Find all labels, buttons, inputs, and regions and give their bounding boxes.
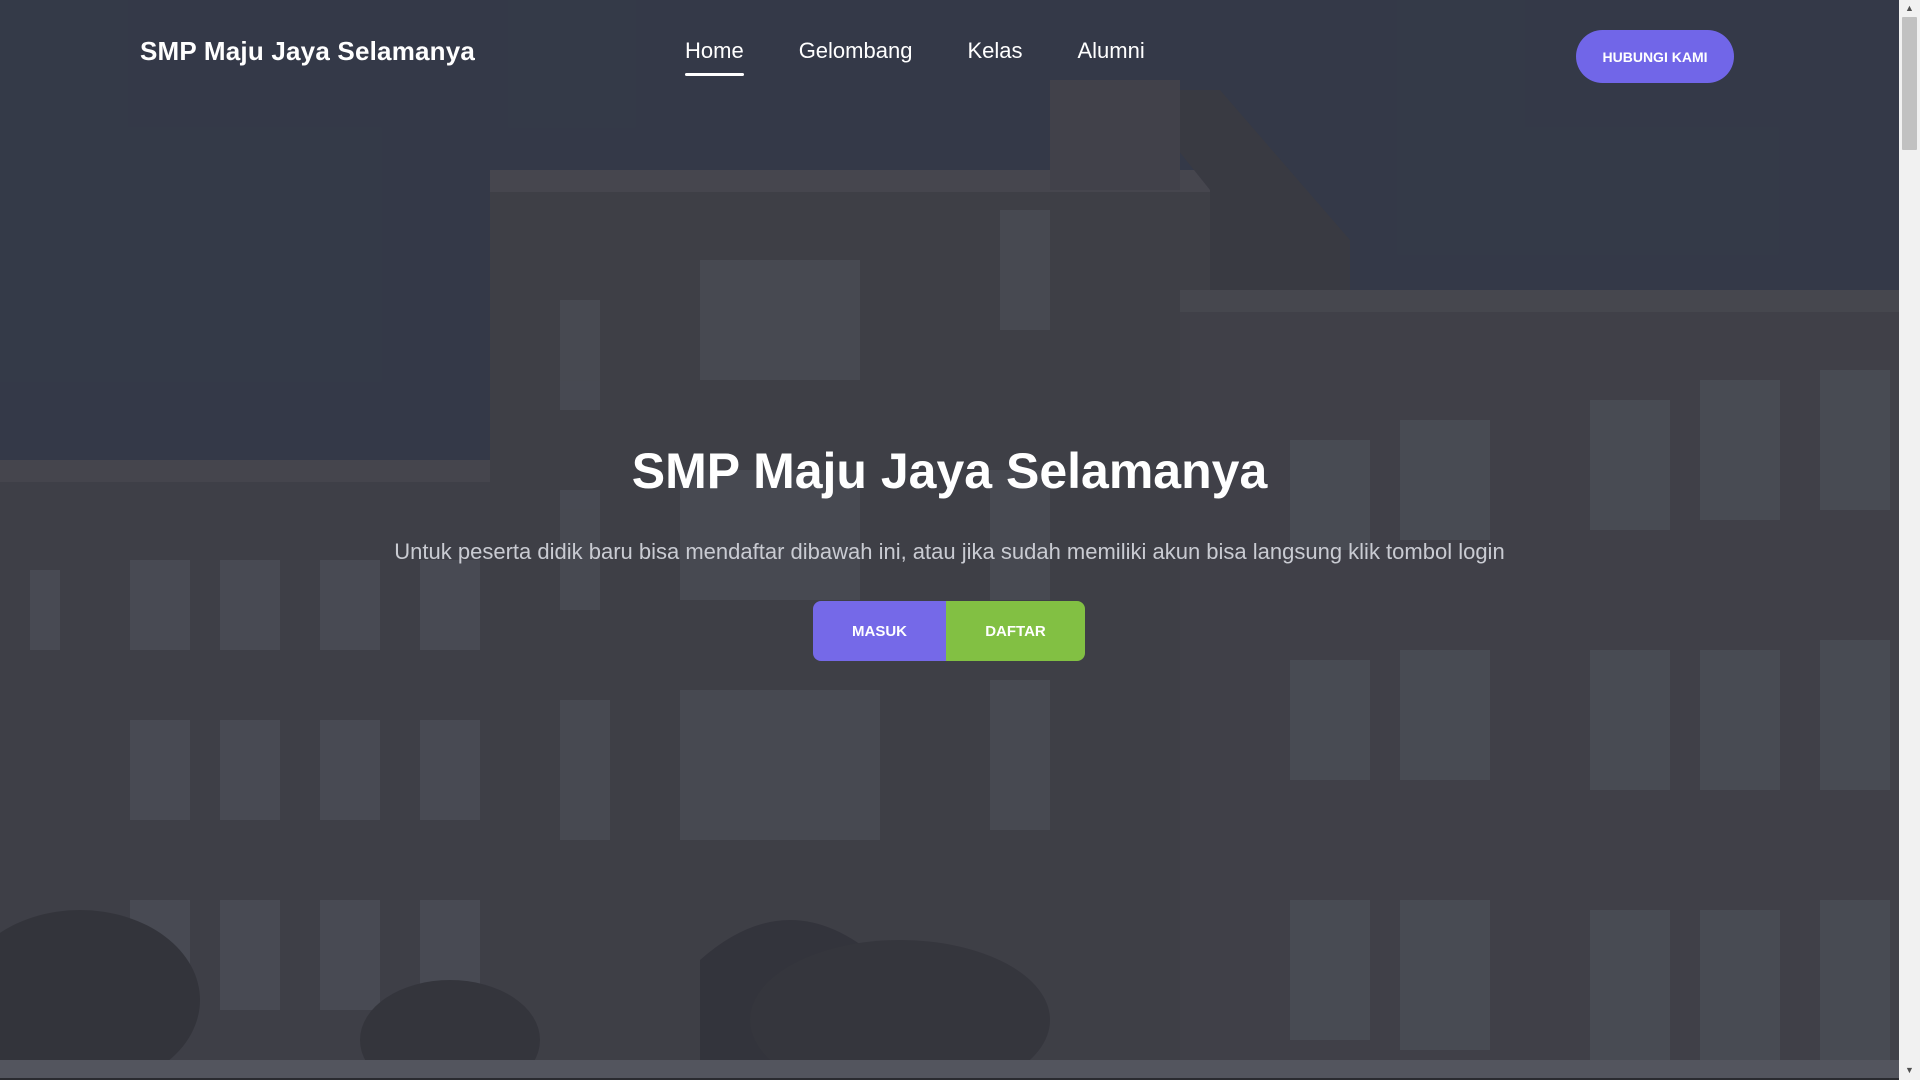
nav-link-home[interactable]: Home [685, 38, 744, 76]
contact-us-button[interactable]: HUBUNGI KAMI [1576, 30, 1734, 83]
nav-link-alumni[interactable]: Alumni [1077, 38, 1144, 76]
browser-viewport: SMP Maju Jaya Selamanya Home Gelombang K… [0, 0, 1920, 1080]
vertical-scrollbar[interactable]: ▲ ▼ [1899, 0, 1920, 1080]
login-button[interactable]: MASUK [813, 601, 946, 661]
nav-link-kelas[interactable]: Kelas [967, 38, 1022, 76]
nav-link-gelombang[interactable]: Gelombang [799, 38, 913, 76]
hero-title: SMP Maju Jaya Selamanya [631, 443, 1268, 499]
hero-subtitle: Untuk peserta didik baru bisa mendaftar … [394, 539, 1505, 564]
auth-button-group: MASUK DAFTAR [813, 601, 1085, 661]
top-navbar: SMP Maju Jaya Selamanya Home Gelombang K… [0, 0, 1899, 110]
site-brand-logo[interactable]: SMP Maju Jaya Selamanya [140, 36, 475, 67]
register-button[interactable]: DAFTAR [946, 601, 1085, 661]
nav-links: Home Gelombang Kelas Alumni [685, 38, 1145, 76]
scroll-up-arrow-icon[interactable]: ▲ [1899, 0, 1920, 16]
scroll-down-arrow-icon[interactable]: ▼ [1899, 1062, 1920, 1078]
hero-section: SMP Maju Jaya Selamanya Home Gelombang K… [0, 0, 1899, 1078]
scrollbar-thumb[interactable] [1902, 17, 1917, 150]
